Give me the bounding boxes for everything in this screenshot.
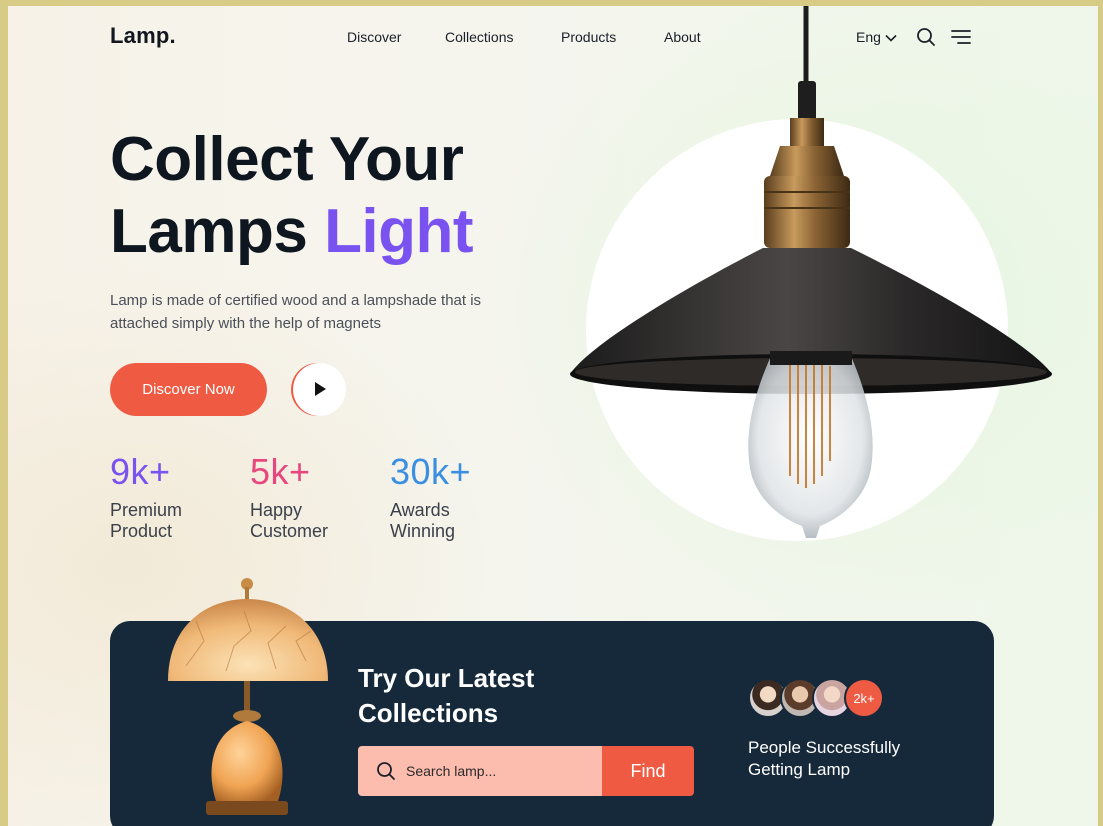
stat-value-happy: 5k+	[250, 451, 311, 492]
lamp-search-field[interactable]	[358, 746, 602, 796]
stat-value-awards: 30k+	[390, 451, 472, 492]
nav-link-discover[interactable]: Discover	[347, 29, 401, 45]
search-icon	[377, 762, 395, 780]
stat-value-premium: 9k+	[110, 451, 171, 492]
hero-title-line1: Collect Your	[110, 125, 464, 194]
stat-label-happy: Happy Customer	[250, 500, 329, 541]
hero-title-line2: Lamps	[110, 197, 325, 266]
stat-label-awards: Awards Winning	[390, 500, 456, 541]
pendant-lamp-image	[570, 6, 1052, 538]
hero-description: Lamp is made of certified wood and a lam…	[110, 292, 482, 332]
landing-page: Lamp. Discover Collections Products Abou…	[8, 6, 1098, 826]
customer-avatars: 2k+	[748, 678, 908, 718]
hero-title-accent: Light	[324, 197, 474, 266]
stat-label-premium: Premium Product	[110, 500, 183, 541]
lamp-search-input[interactable]	[406, 763, 586, 779]
table-lamp-image	[168, 578, 328, 815]
find-button[interactable]: Find	[602, 746, 694, 796]
play-video-button[interactable]	[293, 363, 346, 416]
customers-caption: People Successfully Getting Lamp	[748, 738, 901, 779]
brand-logo[interactable]: Lamp.	[110, 23, 176, 49]
nav-link-collections[interactable]: Collections	[445, 29, 513, 45]
promo-title: Try Our Latest Collections	[358, 663, 535, 728]
discover-now-button[interactable]: Discover Now	[110, 363, 267, 416]
play-icon	[315, 382, 326, 396]
hero-title: Collect Your Lamps Light	[110, 124, 474, 268]
customer-count-badge: 2k+	[844, 678, 884, 718]
